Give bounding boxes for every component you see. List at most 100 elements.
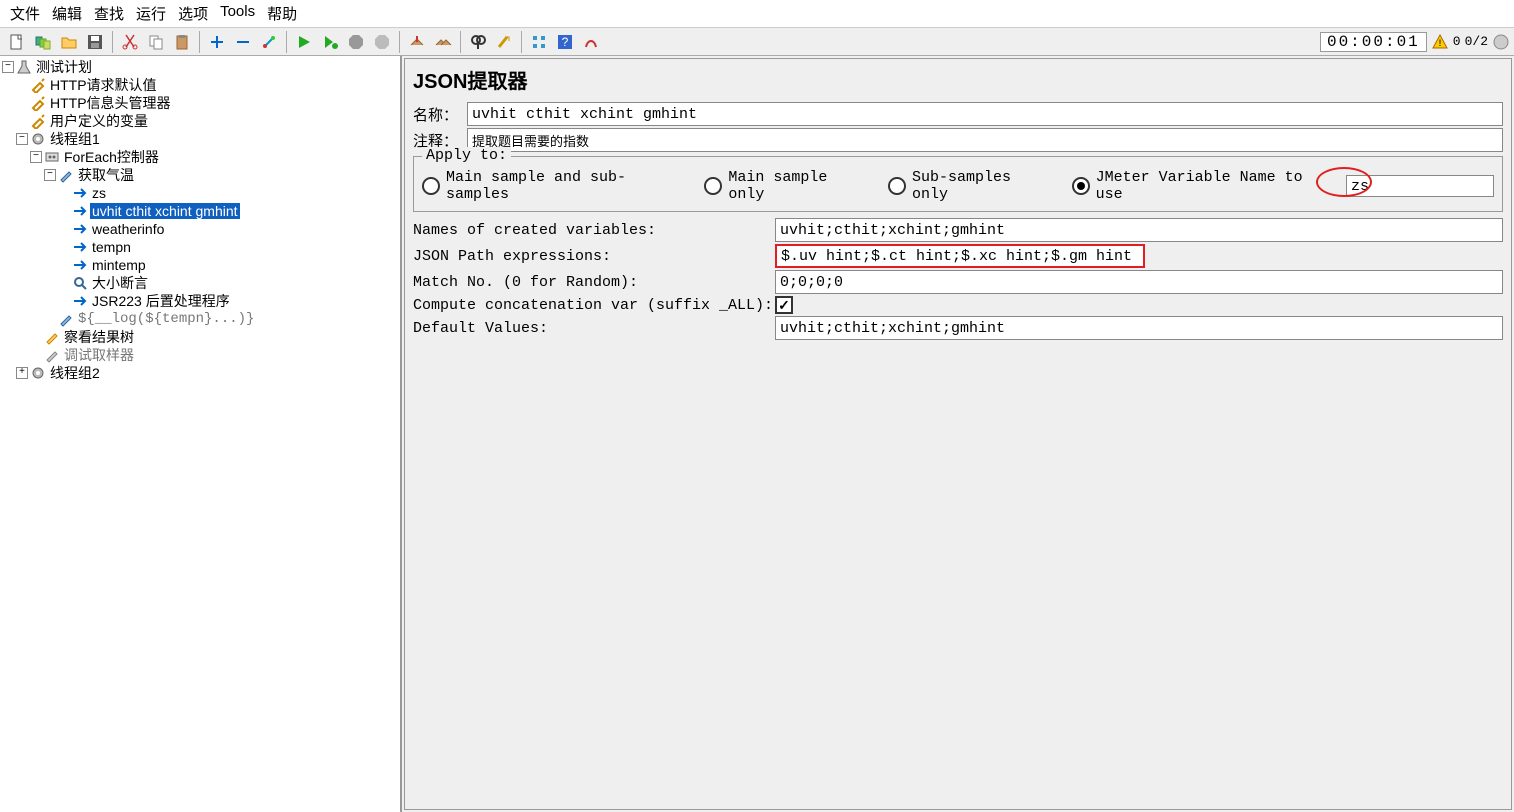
collapse-toggle-icon[interactable]: − <box>44 169 56 181</box>
tree-label: mintemp <box>90 257 148 273</box>
tree-label: 用户定义的变量 <box>48 111 150 131</box>
pipette-icon <box>58 167 74 183</box>
cut-icon[interactable] <box>118 30 142 54</box>
expand-icon[interactable] <box>205 30 229 54</box>
tree-foreach[interactable]: − ForEach控制器 <box>0 148 400 166</box>
row-var-names: Names of created variables: <box>413 218 1503 242</box>
menu-run[interactable]: 运行 <box>132 2 170 25</box>
tree-http-defaults[interactable]: HTTP请求默认值 <box>0 76 400 94</box>
expand-toggle-icon[interactable]: + <box>16 367 28 379</box>
collapse-toggle-icon[interactable]: − <box>2 61 14 73</box>
radio-main-and-sub[interactable] <box>422 177 440 195</box>
start-icon[interactable] <box>292 30 316 54</box>
menu-search[interactable]: 查找 <box>90 2 128 25</box>
input-var-names[interactable] <box>775 218 1503 242</box>
menu-help[interactable]: 帮助 <box>263 2 301 25</box>
input-match-no[interactable] <box>775 270 1503 294</box>
label-var-names: Names of created variables: <box>413 222 775 239</box>
new-icon[interactable] <box>5 30 29 54</box>
warning-icon[interactable]: ! <box>1431 33 1449 51</box>
radio-sub-only[interactable] <box>888 177 906 195</box>
svg-text:!: ! <box>1437 39 1443 50</box>
collapse-icon[interactable] <box>231 30 255 54</box>
templates-icon[interactable] <box>31 30 55 54</box>
tree-mintemp[interactable]: mintemp <box>0 256 400 274</box>
function-helper-icon[interactable] <box>527 30 551 54</box>
stop-icon[interactable] <box>344 30 368 54</box>
comment-input[interactable] <box>467 128 1503 152</box>
apply-to-radios: Main sample and sub-samples Main sample … <box>422 169 1494 203</box>
arrow-right-icon <box>72 239 88 255</box>
save-icon[interactable] <box>83 30 107 54</box>
tree-test-plan[interactable]: − 测试计划 <box>0 58 400 76</box>
controller-icon <box>44 149 60 165</box>
checkbox-concat[interactable]: ✓ <box>775 296 793 314</box>
clear-all-icon[interactable] <box>431 30 455 54</box>
tree-log-expr[interactable]: ${__log(${tempn}...)} <box>0 310 400 328</box>
svg-text:?: ? <box>562 35 569 49</box>
copy-icon[interactable] <box>144 30 168 54</box>
clear-icon[interactable] <box>405 30 429 54</box>
open-icon[interactable] <box>57 30 81 54</box>
shutdown-icon[interactable] <box>370 30 394 54</box>
pencil-icon <box>44 329 60 345</box>
tree-label: 获取气温 <box>76 165 136 185</box>
menu-bar: 文件 编辑 查找 运行 选项 Tools 帮助 <box>0 0 1514 28</box>
tree-zs[interactable]: zs <box>0 184 400 202</box>
tree-label: uvhit cthit xchint gmhint <box>90 203 240 219</box>
arrow-right-icon <box>72 293 88 309</box>
radio-main-only[interactable] <box>704 177 722 195</box>
search-icon[interactable] <box>466 30 490 54</box>
tree-jsr223[interactable]: JSR223 后置处理程序 <box>0 292 400 310</box>
name-input[interactable] <box>467 102 1503 126</box>
radio-label: Main sample only <box>728 169 872 203</box>
arrow-right-icon <box>72 185 88 201</box>
help-icon[interactable]: ? <box>553 30 577 54</box>
toggle-icon[interactable] <box>257 30 281 54</box>
comment-row: 注释： <box>413 128 1503 152</box>
jmeter-var-input[interactable] <box>1346 175 1494 197</box>
input-json-path[interactable] <box>775 244 1145 268</box>
tree-label: weatherinfo <box>90 221 166 237</box>
menu-tools[interactable]: Tools <box>216 2 259 25</box>
collapse-toggle-icon[interactable]: − <box>16 133 28 145</box>
wrench-icon <box>30 77 46 93</box>
radio-label: Main sample and sub-samples <box>446 169 688 203</box>
collapse-toggle-icon[interactable]: − <box>30 151 42 163</box>
label-default: Default Values: <box>413 320 775 337</box>
thread-status-icon <box>1492 33 1510 51</box>
input-default[interactable] <box>775 316 1503 340</box>
jmeter-icon[interactable] <box>579 30 603 54</box>
tree-view-results[interactable]: 察看结果树 <box>0 328 400 346</box>
menu-file[interactable]: 文件 <box>6 2 44 25</box>
tree-debug-sampler[interactable]: 调试取样器 <box>0 346 400 364</box>
separator <box>399 31 400 53</box>
wrench-icon <box>30 113 46 129</box>
tree-label: 测试计划 <box>34 57 94 77</box>
menu-options[interactable]: 选项 <box>174 2 212 25</box>
body-split: − 测试计划 HTTP请求默认值 HTTP信息头管理器 用户定义的变量 − 线程… <box>0 56 1514 812</box>
thread-ratio: 0/2 <box>1465 34 1488 49</box>
tree-http-header[interactable]: HTTP信息头管理器 <box>0 94 400 112</box>
radio-jmeter-var[interactable] <box>1072 177 1090 195</box>
tree-thread-group-1[interactable]: − 线程组1 <box>0 130 400 148</box>
reset-search-icon[interactable] <box>492 30 516 54</box>
menu-edit[interactable]: 编辑 <box>48 2 86 25</box>
toolbar: ? 00:00:01 ! 0 0/2 <box>0 28 1514 56</box>
tree-thread-group-2[interactable]: + 线程组2 <box>0 364 400 382</box>
separator <box>199 31 200 53</box>
flask-icon <box>16 59 32 75</box>
tree-get-temp[interactable]: − 获取气温 <box>0 166 400 184</box>
tree-user-vars[interactable]: 用户定义的变量 <box>0 112 400 130</box>
tree-panel[interactable]: − 测试计划 HTTP请求默认值 HTTP信息头管理器 用户定义的变量 − 线程… <box>0 56 402 812</box>
tree-label: JSR223 后置处理程序 <box>90 291 232 311</box>
tree-selected-extractor[interactable]: uvhit cthit xchint gmhint <box>0 202 400 220</box>
tree-label: HTTP请求默认值 <box>48 75 159 95</box>
tree-weatherinfo[interactable]: weatherinfo <box>0 220 400 238</box>
radio-label: Sub-samples only <box>912 169 1056 203</box>
start-no-pause-icon[interactable] <box>318 30 342 54</box>
tree-size-assertion[interactable]: 大小断言 <box>0 274 400 292</box>
paste-icon[interactable] <box>170 30 194 54</box>
tree-tempn[interactable]: tempn <box>0 238 400 256</box>
label-concat: Compute concatenation var (suffix _ALL): <box>413 297 775 314</box>
